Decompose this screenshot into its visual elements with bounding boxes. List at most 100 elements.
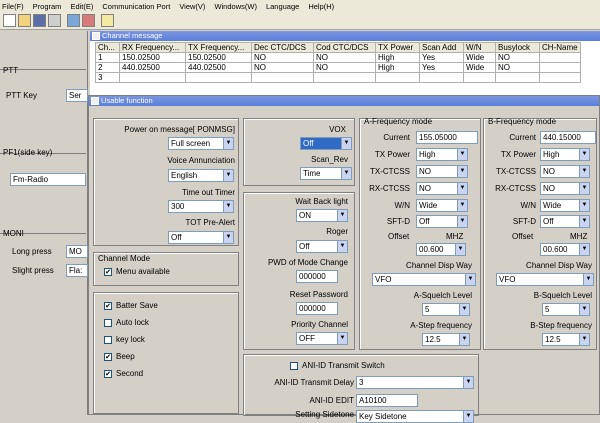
pwd-field[interactable]: 000000: [296, 270, 338, 283]
open-folder-icon[interactable]: [18, 14, 31, 27]
column-header[interactable]: TX Frequency...: [185, 42, 252, 53]
a-rxctcss-select[interactable]: NO ▼: [416, 182, 468, 195]
auto-lock-checkbox[interactable]: Auto lock: [104, 318, 149, 327]
column-header[interactable]: RX Frequency...: [119, 42, 186, 53]
column-header[interactable]: Busylock: [495, 42, 540, 53]
b-step-select[interactable]: 12.5 ▼: [542, 333, 590, 346]
table-cell[interactable]: 440.02500: [119, 62, 186, 73]
a-sftd-select[interactable]: Off ▼: [416, 215, 468, 228]
a-wn-select[interactable]: Wide ▼: [416, 199, 468, 212]
column-header[interactable]: Cod CTC/DCS: [313, 42, 376, 53]
table-cell[interactable]: NO: [313, 52, 376, 63]
table-row[interactable]: 1 150.02500 150.02500 NO NO High Yes Wid…: [95, 52, 581, 63]
table-cell[interactable]: [119, 72, 186, 83]
menu-program[interactable]: Program: [33, 2, 62, 11]
wait-backlight-select[interactable]: ON ▼: [296, 209, 348, 222]
table-cell[interactable]: NO: [495, 52, 540, 63]
table-cell[interactable]: [313, 72, 376, 83]
table-cell[interactable]: [539, 62, 581, 73]
table-cell[interactable]: High: [375, 62, 420, 73]
column-header[interactable]: Scan Add: [419, 42, 464, 53]
a-disp-select[interactable]: VFO ▼: [372, 273, 476, 286]
table-cell[interactable]: Wide: [463, 52, 496, 63]
write-radio-icon[interactable]: [82, 14, 95, 27]
table-cell[interactable]: 1: [95, 52, 120, 63]
table-cell[interactable]: [375, 72, 420, 83]
column-header[interactable]: Dec CTC/DCS: [251, 42, 314, 53]
table-cell[interactable]: [463, 72, 496, 83]
timeout-select[interactable]: 300 ▼: [168, 200, 234, 213]
a-step-select[interactable]: 12.5 ▼: [422, 333, 470, 346]
table-cell[interactable]: 2: [95, 62, 120, 73]
second-checkbox[interactable]: ✔ Second: [104, 369, 143, 378]
a-txctcss-select[interactable]: NO ▼: [416, 165, 468, 178]
long-press-field[interactable]: MO: [66, 245, 88, 258]
menu-file[interactable]: File(F): [2, 2, 24, 11]
scan-rev-select[interactable]: Time ▼: [300, 167, 352, 180]
ani-switch-checkbox[interactable]: ANI-ID Transmit Switch: [290, 361, 385, 370]
b-sftd-select[interactable]: Off ▼: [540, 215, 590, 228]
table-cell[interactable]: 150.02500: [185, 52, 252, 63]
priority-channel-select[interactable]: OFF ▼: [296, 332, 348, 345]
roger-select[interactable]: Off ▼: [296, 240, 348, 253]
column-header[interactable]: TX Power: [375, 42, 420, 53]
menu-edit[interactable]: Edit(E): [70, 2, 93, 11]
tot-select[interactable]: Off ▼: [168, 231, 234, 244]
table-cell[interactable]: [495, 72, 540, 83]
b-squelch-select[interactable]: 5 ▼: [542, 303, 590, 316]
a-offset-select[interactable]: 00.600 ▼: [416, 243, 466, 256]
table-cell[interactable]: NO: [251, 62, 314, 73]
table-cell[interactable]: 150.02500: [119, 52, 186, 63]
a-txpower-select[interactable]: High ▼: [416, 148, 468, 161]
table-cell[interactable]: NO: [313, 62, 376, 73]
a-current-field[interactable]: 155.05000: [416, 131, 478, 144]
b-wn-select[interactable]: Wide ▼: [540, 199, 590, 212]
save-icon[interactable]: [33, 14, 46, 27]
reset-password-field[interactable]: 000000: [296, 302, 338, 315]
table-cell[interactable]: High: [375, 52, 420, 63]
new-file-icon[interactable]: [3, 14, 16, 27]
b-disp-select[interactable]: VFO ▼: [496, 273, 594, 286]
table-cell[interactable]: 3: [95, 72, 120, 83]
table-cell[interactable]: Wide: [463, 62, 496, 73]
print-icon[interactable]: [48, 14, 61, 27]
power-on-select[interactable]: Full screen ▼: [168, 137, 234, 150]
b-offset-select[interactable]: 00.600 ▼: [540, 243, 590, 256]
menu-view[interactable]: View(V): [179, 2, 205, 11]
b-txctcss-select[interactable]: NO ▼: [540, 165, 590, 178]
b-rxctcss-select[interactable]: NO ▼: [540, 182, 590, 195]
table-cell[interactable]: [539, 52, 581, 63]
table-row[interactable]: 3: [95, 72, 581, 83]
voice-select[interactable]: English ▼: [168, 169, 234, 182]
menu-communication-port[interactable]: Communication Port: [102, 2, 170, 11]
column-header[interactable]: CH-Name: [539, 42, 581, 53]
table-cell[interactable]: [251, 72, 314, 83]
column-header[interactable]: W/N: [463, 42, 496, 53]
menu-help[interactable]: Help(H): [308, 2, 334, 11]
ani-edit-field[interactable]: A10100: [356, 394, 418, 407]
key-lock-checkbox[interactable]: key lock: [104, 335, 145, 344]
table-cell[interactable]: Yes: [419, 52, 464, 63]
ptt-key-field[interactable]: Ser: [66, 89, 88, 102]
table-cell[interactable]: NO: [495, 62, 540, 73]
read-radio-icon[interactable]: [67, 14, 80, 27]
menu-available-checkbox[interactable]: ✔ Menu available: [104, 267, 170, 276]
b-current-field[interactable]: 440.15000: [540, 131, 596, 144]
pf1-field[interactable]: Fm-Radio: [10, 173, 86, 186]
table-cell[interactable]: Yes: [419, 62, 464, 73]
table-cell[interactable]: [185, 72, 252, 83]
beep-checkbox[interactable]: ✔ Beep: [104, 352, 135, 361]
slight-press-field[interactable]: Fla:: [66, 264, 88, 277]
table-cell[interactable]: [539, 72, 581, 83]
batter-save-checkbox[interactable]: ✔ Batter Save: [104, 301, 158, 310]
b-txpower-select[interactable]: High ▼: [540, 148, 590, 161]
table-cell[interactable]: 440.02500: [185, 62, 252, 73]
table-cell[interactable]: [419, 72, 464, 83]
a-squelch-select[interactable]: 5 ▼: [422, 303, 470, 316]
ani-delay-select[interactable]: 3 ▼: [356, 376, 474, 389]
table-cell[interactable]: NO: [251, 52, 314, 63]
vox-select[interactable]: Off ▼: [300, 137, 352, 150]
menu-windows[interactable]: Windows(W): [214, 2, 257, 11]
column-header[interactable]: Ch...: [95, 42, 120, 53]
help-icon[interactable]: [101, 14, 114, 27]
